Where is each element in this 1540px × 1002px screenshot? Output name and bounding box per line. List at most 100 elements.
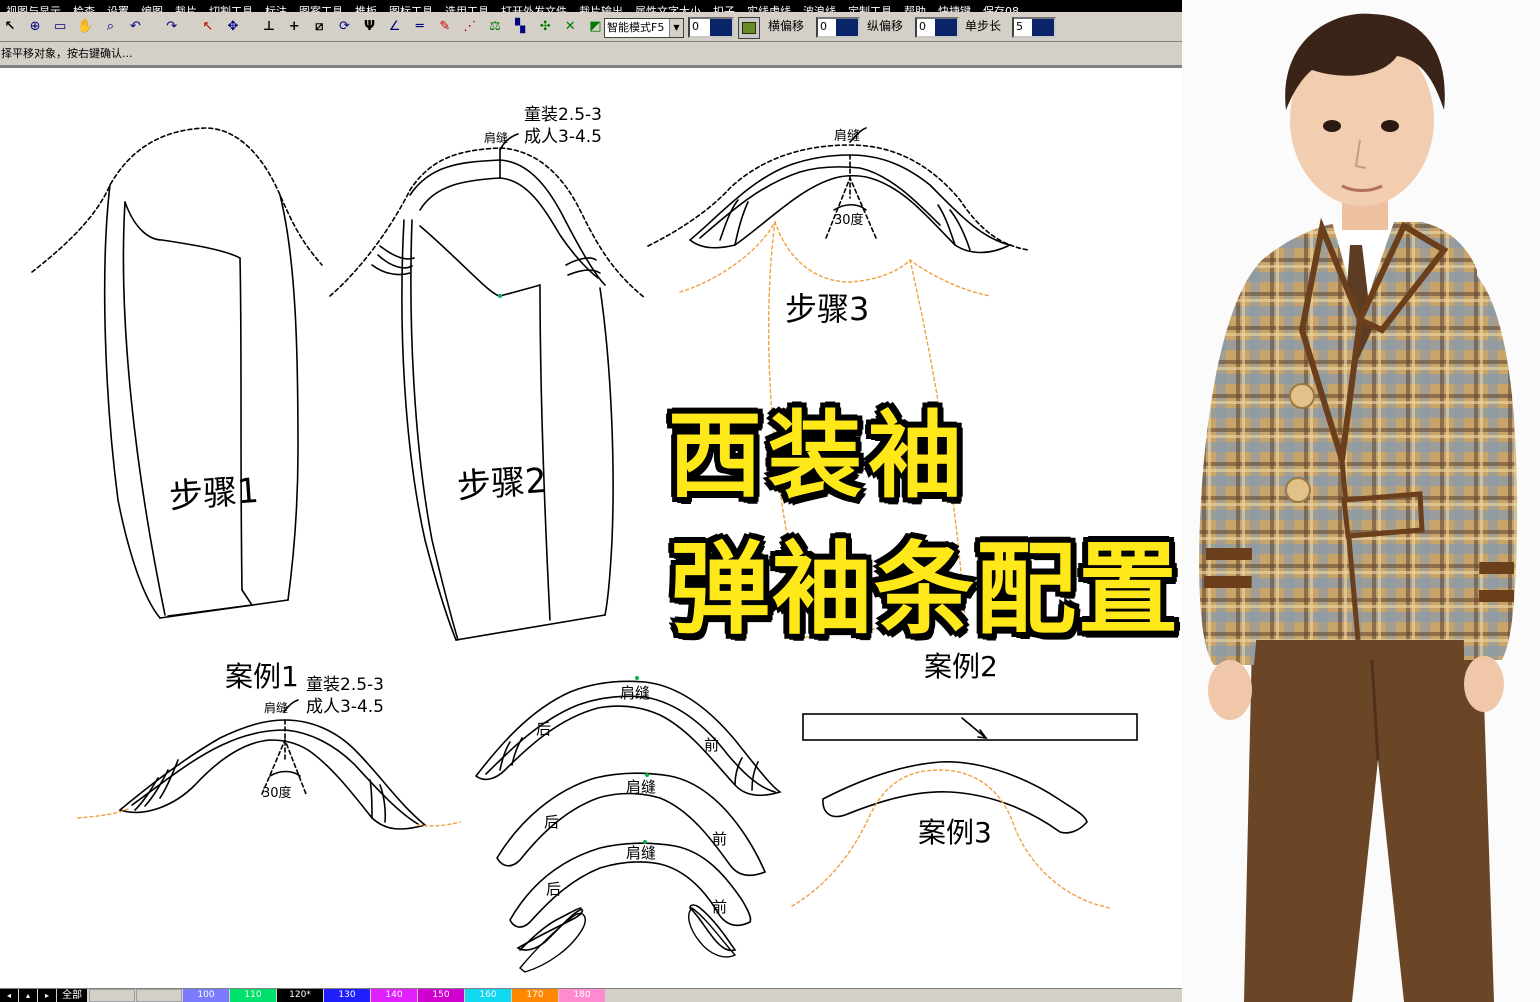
product-photo bbox=[1182, 0, 1540, 1002]
toolbar: ↖ ⊕ ▭ ✋ ⌕ ↶ ↷ ↖ ✥ ⊥ + ⧄ ⟳ Ψ ∠ ═ ✎ ⋰ ⚖ ▚ … bbox=[0, 12, 1182, 42]
h-offset-input[interactable]: 0 bbox=[816, 17, 860, 38]
grading-size-bar: ◂ ▴ ▸ 全部 100 110 120* 130 140 150 160 170 180 bbox=[0, 988, 1182, 1002]
front-label: 前 bbox=[712, 898, 727, 916]
v-offset-bar bbox=[935, 19, 957, 36]
v-offset-input[interactable]: 0 bbox=[915, 17, 959, 38]
front-label: 前 bbox=[712, 830, 727, 848]
cad-app-window: 视图与显示 检查 设置 编图 裁片 切割工具 标注 图案工具 推板 图标工具 选用工具 打开外发文件裁… bbox=[0, 0, 1182, 1002]
parallel-line-icon[interactable]: ═ bbox=[410, 15, 430, 39]
v-offset-label: 纵偏移 bbox=[867, 19, 904, 33]
step2-sleeve-pattern bbox=[329, 133, 646, 641]
back-label: 后 bbox=[536, 720, 551, 738]
dashed-line-icon[interactable]: ⋰ bbox=[460, 15, 480, 39]
step1-sleeve-pattern bbox=[31, 127, 323, 619]
size-slot-empty[interactable] bbox=[136, 989, 182, 1002]
front-label: 前 bbox=[704, 736, 719, 754]
shoulder-seam-label: 肩缝 bbox=[626, 844, 656, 862]
chevron-down-icon[interactable]: ▼ bbox=[669, 19, 683, 37]
step2-label: 步骤2 bbox=[456, 461, 548, 507]
first-page-icon[interactable]: ◂ bbox=[0, 989, 18, 1002]
snap-toggle-button[interactable] bbox=[738, 17, 760, 39]
step-length-bar bbox=[1032, 19, 1054, 36]
command-prompt: 择平移对象，按右键确认... bbox=[0, 42, 1182, 68]
step-length-label: 单步长 bbox=[965, 19, 1002, 33]
mode-select[interactable]: 智能模式F5 ▼ bbox=[604, 18, 684, 38]
v-offset-value: 0 bbox=[919, 20, 926, 33]
pen-tool-icon[interactable]: ✎ bbox=[435, 15, 455, 39]
shoulder-seam-label: 肩缝 bbox=[484, 130, 508, 145]
step-length-value: 5 bbox=[1016, 20, 1023, 33]
add-point-icon[interactable]: + bbox=[284, 15, 304, 39]
back-label: 后 bbox=[546, 880, 561, 898]
size-swatch[interactable]: 110 bbox=[230, 989, 276, 1002]
size-swatch[interactable]: 180 bbox=[559, 989, 605, 1002]
next-page-icon[interactable]: ▸ bbox=[38, 989, 56, 1002]
shoulder-seam-label: 肩缝 bbox=[834, 128, 860, 144]
rotate-icon[interactable]: ⟳ bbox=[334, 15, 354, 39]
step3-sleeve-pattern bbox=[647, 127, 1029, 254]
case3-label: 案例3 bbox=[918, 816, 992, 849]
select-arrow-icon[interactable]: ↖ bbox=[198, 15, 218, 39]
h-offset-label: 横偏移 bbox=[768, 19, 805, 33]
step3-label: 步骤3 bbox=[785, 290, 869, 328]
pointer-tool-icon[interactable]: ↖ bbox=[0, 15, 20, 39]
all-sizes-button[interactable]: 全部 bbox=[57, 989, 87, 1002]
angle-label: 30度 bbox=[834, 212, 864, 228]
prev-page-icon[interactable]: ▴ bbox=[19, 989, 37, 1002]
size-swatches: 100 110 120* 130 140 150 160 170 180 bbox=[183, 989, 606, 1002]
notch-markers bbox=[498, 294, 649, 844]
shoulder-seam-label: 肩缝 bbox=[264, 700, 288, 715]
window-zoom-icon[interactable]: ▭ bbox=[50, 15, 70, 39]
toolbar-separator bbox=[151, 15, 157, 39]
size-swatch[interactable]: 120* bbox=[277, 989, 323, 1002]
grade-tool-icon[interactable]: ✣ bbox=[535, 15, 555, 39]
note-child-sizes: 童装2.5-3 bbox=[306, 675, 384, 695]
size-swatch[interactable]: 100 bbox=[183, 989, 229, 1002]
note-adult-sizes: 成人3-4.5 bbox=[524, 127, 602, 147]
snap-icon bbox=[742, 22, 756, 34]
toolbar-separator bbox=[187, 15, 193, 39]
step1-label: 步骤1 bbox=[168, 471, 260, 517]
shoulder-seam-label: 肩缝 bbox=[620, 684, 650, 702]
measure-tool-icon[interactable]: ⚖ bbox=[485, 15, 505, 39]
redo-icon[interactable]: ↷ bbox=[162, 15, 182, 39]
case2-curved-strips bbox=[474, 680, 782, 952]
case1-label: 案例1 bbox=[225, 660, 299, 693]
pan-hand-icon[interactable]: ✋ bbox=[75, 15, 95, 39]
h-offset-bar bbox=[836, 19, 858, 36]
size-swatch[interactable]: 150 bbox=[418, 989, 464, 1002]
value-field-1-text: 0 bbox=[692, 20, 699, 33]
size-swatch[interactable]: 170 bbox=[512, 989, 558, 1002]
note-adult-sizes: 成人3-4.5 bbox=[306, 697, 384, 717]
video-title-line-1: 西装袖 bbox=[668, 402, 969, 511]
case1-sleeve-strip bbox=[118, 699, 427, 830]
move-icon[interactable]: ✥ bbox=[223, 15, 243, 39]
size-swatch[interactable]: 160 bbox=[465, 989, 511, 1002]
size-slot-empty[interactable] bbox=[89, 989, 135, 1002]
video-title-line-2: 弹袖条配置 bbox=[670, 531, 1180, 648]
zoom-in-icon[interactable]: ⊕ bbox=[25, 15, 45, 39]
case2-strip-shapes bbox=[519, 907, 737, 973]
case2-label: 案例2 bbox=[924, 650, 998, 683]
menu-bar: 视图与显示 检查 设置 编图 裁片 切割工具 标注 图案工具 推板 图标工具 选用工具 打开外发文件裁… bbox=[0, 0, 1182, 12]
angle-line-icon[interactable]: ∠ bbox=[385, 15, 405, 39]
step-length-input[interactable]: 5 bbox=[1012, 17, 1056, 38]
orthogonal-icon[interactable]: ⊥ bbox=[259, 15, 279, 39]
zoom-icon[interactable]: ⌕ bbox=[100, 15, 120, 39]
undo-icon[interactable]: ↶ bbox=[125, 15, 145, 39]
value-field-1-bar bbox=[710, 19, 732, 36]
value-field-1[interactable]: 0 bbox=[688, 17, 734, 38]
cross-mark-icon[interactable]: ✕ bbox=[560, 15, 580, 39]
color-block-icon[interactable]: ▚ bbox=[510, 15, 530, 39]
size-swatch[interactable]: 140 bbox=[371, 989, 417, 1002]
size-swatch[interactable]: 130 bbox=[324, 989, 370, 1002]
fork-icon[interactable]: Ψ bbox=[360, 15, 380, 39]
notch-tool-icon[interactable]: ◩ bbox=[585, 15, 605, 39]
case2-straight-strip bbox=[802, 713, 1138, 741]
mode-select-value: 智能模式F5 bbox=[607, 21, 665, 34]
angle-label: 30度 bbox=[262, 785, 292, 801]
cut-line-icon[interactable]: ⧄ bbox=[309, 15, 329, 39]
toolbar-separator bbox=[248, 15, 254, 39]
note-child-sizes: 童装2.5-3 bbox=[524, 105, 602, 125]
boy-in-plaid-blazer-image bbox=[1182, 0, 1540, 1002]
